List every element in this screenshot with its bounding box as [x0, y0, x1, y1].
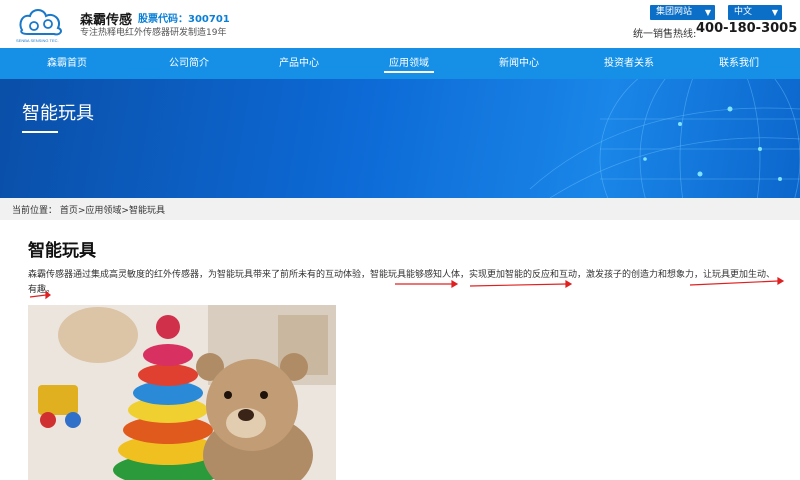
nav-item-about[interactable]: 公司简介: [134, 48, 244, 79]
nav-item-products[interactable]: 产品中心: [244, 48, 354, 79]
logo-text: SENBA SENSING TEC.: [16, 38, 59, 43]
nav-item-investors[interactable]: 投资者关系: [574, 48, 684, 79]
banner-title: 智能玩具: [22, 103, 94, 124]
page-title: 智能玩具: [28, 241, 96, 261]
nav-item-applications[interactable]: 应用领域: [354, 48, 464, 79]
nav-item-news[interactable]: 新闻中心: [464, 48, 574, 79]
stock-code: 股票代码：300701: [138, 14, 230, 25]
language-select[interactable]: 中文 ▼: [728, 5, 782, 20]
senba-logo[interactable]: SENBA SENSING TEC.: [14, 4, 70, 44]
teddy-bear-toy-photo: [28, 305, 336, 480]
tagline: 专注热释电红外传感器研发制造19年: [80, 28, 227, 38]
hotline-number: 400-180-3005: [696, 21, 798, 36]
breadcrumb: 当前位置： 首页>应用领域>智能玩具: [0, 198, 800, 220]
content-paragraph: 森霸传感器通过集成高灵敏度的红外传感器，为智能玩具带来了前所未有的互动体验，智能…: [28, 270, 776, 295]
nav-item-home[interactable]: 森霸首页: [0, 48, 134, 79]
globe-graphic: [529, 79, 800, 198]
site-header: SENBA SENSING TEC. 森霸传感 股票代码：300701 专注热释…: [0, 0, 800, 48]
chevron-down-icon: ▼: [771, 8, 778, 17]
language-select-label: 中文: [734, 7, 753, 17]
hotline-label: 统一销售热线:: [633, 29, 697, 40]
chevron-down-icon: ▼: [704, 8, 711, 17]
breadcrumb-text[interactable]: 当前位置： 首页>应用领域>智能玩具: [12, 203, 165, 216]
nav-item-contact[interactable]: 联系我们: [684, 48, 794, 79]
group-site-select-label: 集团网站: [656, 7, 693, 17]
banner-underline: [22, 131, 58, 133]
page-banner: 智能玩具: [0, 79, 800, 198]
main-nav: 森霸首页 公司简介 产品中心 应用领域 新闻中心 投资者关系 联系我们: [0, 48, 800, 79]
group-site-select[interactable]: 集团网站 ▼: [650, 5, 715, 20]
